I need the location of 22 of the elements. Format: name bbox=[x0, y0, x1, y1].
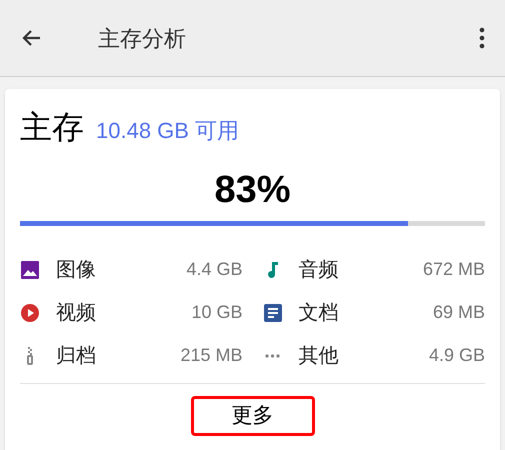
category-size: 672 MB bbox=[422, 258, 485, 281]
more-horizontal-icon bbox=[265, 354, 280, 358]
category-size: 4.9 GB bbox=[428, 344, 485, 367]
category-label: 图像 bbox=[56, 258, 96, 282]
category-label: 音频 bbox=[298, 258, 338, 282]
usage-percent: 83% bbox=[214, 171, 291, 209]
available-space: 10.48 GB 可用 bbox=[96, 120, 240, 142]
app-bar-title: 主存分析 bbox=[98, 24, 186, 52]
category-label: 视频 bbox=[56, 300, 96, 326]
storage-name: 主存 bbox=[20, 111, 84, 143]
category-label: 归档 bbox=[56, 344, 96, 368]
category-label: 其他 bbox=[298, 344, 338, 368]
category-size: 69 MB bbox=[432, 301, 485, 324]
category-size: 10 GB bbox=[191, 301, 242, 324]
play-icon bbox=[20, 302, 40, 322]
category-size: 4.4 GB bbox=[186, 258, 242, 281]
document-icon bbox=[262, 302, 282, 322]
image-icon bbox=[20, 260, 40, 280]
more-vertical-icon[interactable] bbox=[479, 26, 485, 50]
category-size: 215 MB bbox=[180, 344, 242, 367]
category-label: 文档 bbox=[298, 300, 338, 326]
more-button[interactable]: 更多 bbox=[190, 396, 314, 436]
